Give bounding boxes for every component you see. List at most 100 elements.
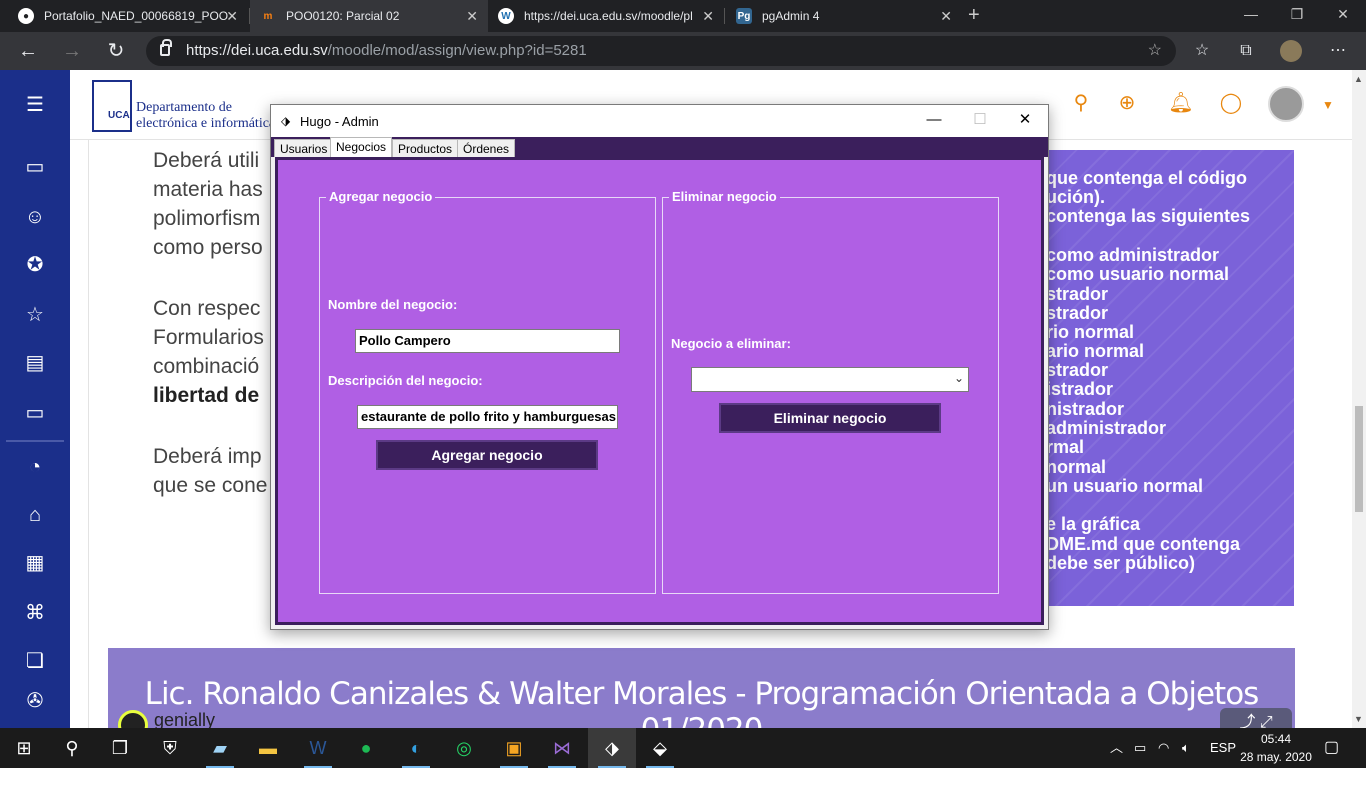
screen-bottom-strip bbox=[0, 768, 1366, 787]
task-view-icon[interactable]: ❐ bbox=[96, 728, 144, 768]
lock-icon bbox=[160, 39, 172, 56]
tab-title: pgAdmin 4 bbox=[762, 9, 820, 23]
url-path: /moodle/mod/assign/view.php?id=5281 bbox=[327, 42, 587, 59]
folder-icon[interactable]: ▭ bbox=[22, 400, 48, 426]
banner-line: nistrador bbox=[1046, 399, 1125, 419]
text-line: Deberá utili bbox=[153, 149, 260, 172]
address-toolbar: ← → ↻ https://dei.uca.edu.sv/moodle/mod/… bbox=[0, 32, 1366, 70]
browser-tab-pgadmin[interactable]: Pg pgAdmin 4 ✕ bbox=[726, 0, 962, 32]
banner-line: normal bbox=[1046, 457, 1107, 477]
action-center-icon[interactable]: ▢ bbox=[1324, 728, 1339, 768]
share-expand-icon[interactable]: ⤴ ⤢ bbox=[1220, 708, 1292, 728]
window-title-bar[interactable]: ⬗ Hugo - Admin — ☐ ✕ bbox=[271, 105, 1048, 137]
close-icon[interactable]: ✕ bbox=[1320, 0, 1366, 32]
whatsapp-icon[interactable]: ◎ bbox=[440, 728, 488, 768]
back-icon[interactable]: ← bbox=[14, 38, 42, 64]
security-shield-icon[interactable]: ⛨ bbox=[146, 728, 194, 768]
address-bar[interactable]: https://dei.uca.edu.sv/moodle/mod/assign… bbox=[146, 36, 1176, 66]
scroll-up-icon[interactable]: ▲ bbox=[1354, 74, 1363, 84]
folder-icon[interactable]: ▭ bbox=[22, 154, 48, 180]
forward-icon[interactable]: → bbox=[58, 38, 86, 64]
windows-taskbar: ⊞ ⚲ ❐ ⛨ ▰ ▬ W ● ◐ ◎ ▣ ⋈ ⬗ ⬙ ︿ ▭ ◠ 🔈︎ ESP… bbox=[0, 728, 1366, 768]
window-minimize-icon[interactable]: — bbox=[911, 105, 957, 137]
file-explorer-icon[interactable]: ▬ bbox=[244, 728, 292, 768]
battery-icon[interactable]: ▭ bbox=[1134, 728, 1146, 768]
messages-icon[interactable]: ◯ bbox=[1218, 90, 1244, 116]
text-line: polimorfism bbox=[153, 207, 261, 230]
system-clock[interactable]: 05:44 28 may. 2020 bbox=[1236, 730, 1316, 766]
profile-icon[interactable] bbox=[1280, 40, 1302, 62]
close-tab-icon[interactable]: ✕ bbox=[226, 8, 238, 25]
tab-negocios[interactable]: Negocios bbox=[330, 137, 393, 157]
chevron-down-icon[interactable]: ▼ bbox=[1322, 98, 1334, 112]
notifications-icon[interactable]: 🔔︎ bbox=[1168, 90, 1194, 116]
favorite-star-icon[interactable]: ☆ bbox=[1148, 36, 1162, 66]
paragraph-3: Deberá imp que se cone bbox=[153, 442, 267, 500]
edge-icon[interactable]: ◐ bbox=[392, 728, 440, 768]
uca-logo[interactable]: UCA bbox=[92, 80, 132, 132]
home-icon[interactable]: ⌂ bbox=[22, 502, 48, 528]
tab-ordenes[interactable]: Órdenes bbox=[457, 139, 516, 157]
visual-studio-icon[interactable]: ⋈ bbox=[538, 728, 586, 768]
nav-divider bbox=[6, 440, 64, 442]
language-icon[interactable]: ⊕ bbox=[1114, 90, 1140, 116]
browser-tab-parcial[interactable]: m POO0120: Parcial 02 ✕ bbox=[250, 0, 488, 32]
minimize-icon[interactable]: — bbox=[1228, 0, 1274, 32]
badge-icon[interactable]: ✪ bbox=[22, 252, 48, 278]
search-icon[interactable]: ⚲ bbox=[1068, 90, 1094, 116]
show-hidden-icons-icon[interactable]: ︿ bbox=[1110, 728, 1123, 768]
volume-icon[interactable]: 🔈︎ bbox=[1182, 728, 1190, 768]
accessibility-icon[interactable]: ✇ bbox=[22, 688, 48, 714]
banner-line: strador bbox=[1046, 303, 1109, 323]
group-title: Agregar negocio bbox=[326, 189, 436, 204]
search-icon[interactable]: ⚲ bbox=[48, 728, 96, 768]
scroll-thumb[interactable] bbox=[1355, 406, 1363, 512]
dashboard-icon[interactable]: ◔ bbox=[22, 454, 48, 480]
add-business-button[interactable]: Agregar negocio bbox=[376, 440, 598, 470]
business-name-field[interactable]: Pollo Campero bbox=[355, 329, 620, 353]
business-to-delete-select[interactable]: ⌄ bbox=[691, 367, 969, 392]
business-to-delete-label: Negocio a eliminar: bbox=[671, 336, 791, 351]
wifi-icon[interactable]: ◠ bbox=[1158, 728, 1169, 768]
files-icon[interactable]: ❏ bbox=[22, 648, 48, 674]
negocios-panel: Agregar negocio Nombre del negocio: Poll… bbox=[275, 157, 1044, 625]
more-icon[interactable]: ⋯ bbox=[1326, 40, 1350, 62]
clock-date: 28 may. 2020 bbox=[1240, 750, 1312, 764]
scroll-down-icon[interactable]: ▼ bbox=[1354, 714, 1363, 724]
tab-productos[interactable]: Productos bbox=[392, 139, 459, 157]
star-icon[interactable]: ☆ bbox=[22, 302, 48, 328]
browser-tab-wordpress[interactable]: W https://dei.uca.edu.sv/moodle/pl ✕ bbox=[488, 0, 724, 32]
spotify-icon[interactable]: ● bbox=[342, 728, 390, 768]
close-tab-icon[interactable]: ✕ bbox=[940, 8, 952, 25]
refresh-icon[interactable]: ↻ bbox=[102, 38, 130, 64]
window-close-icon[interactable]: ✕ bbox=[1002, 105, 1048, 137]
admin-app-icon[interactable]: ⬗ bbox=[588, 728, 636, 768]
restore-icon[interactable]: ❐ bbox=[1274, 0, 1320, 32]
pg-icon: Pg bbox=[736, 8, 752, 24]
users-icon[interactable]: ☺ bbox=[22, 204, 48, 230]
hamburger-menu-icon[interactable]: ☰ bbox=[22, 92, 48, 118]
tab-usuarios[interactable]: Usuarios bbox=[274, 139, 334, 157]
close-tab-icon[interactable]: ✕ bbox=[702, 8, 714, 25]
graduation-cap-icon[interactable]: ⌘ bbox=[22, 600, 48, 626]
banner-line: como administrador bbox=[1046, 245, 1220, 265]
business-description-field[interactable]: estaurante de pollo frito y hamburguesas bbox=[357, 405, 618, 429]
instructions-banner: que contenga el código ución). contenga … bbox=[1044, 150, 1294, 606]
new-tab-icon[interactable]: + bbox=[968, 4, 980, 27]
word-icon[interactable]: W bbox=[294, 728, 342, 768]
delete-business-button[interactable]: Eliminar negocio bbox=[719, 403, 941, 433]
page-scrollbar[interactable]: ▲ ▼ bbox=[1352, 70, 1366, 728]
close-tab-icon[interactable]: ✕ bbox=[466, 8, 478, 25]
window-maximize-icon[interactable]: ☐ bbox=[957, 105, 1003, 137]
pdf-app-icon[interactable]: ▣ bbox=[490, 728, 538, 768]
app-icon-2[interactable]: ⬙ bbox=[636, 728, 684, 768]
browser-tab-github[interactable]: ● Portafolio_NAED_00066819_POO ✕ bbox=[8, 0, 248, 32]
windows-start-icon[interactable]: ⊞ bbox=[0, 728, 48, 768]
app-icon-1[interactable]: ▰ bbox=[196, 728, 244, 768]
collections-icon[interactable]: ⧉ bbox=[1234, 40, 1258, 62]
language-indicator[interactable]: ESP bbox=[1210, 728, 1236, 768]
avatar[interactable] bbox=[1268, 86, 1304, 122]
calendar-icon[interactable]: ▦ bbox=[22, 550, 48, 576]
favorites-icon[interactable]: ☆ bbox=[1190, 40, 1214, 62]
book-icon[interactable]: ▤ bbox=[22, 350, 48, 376]
